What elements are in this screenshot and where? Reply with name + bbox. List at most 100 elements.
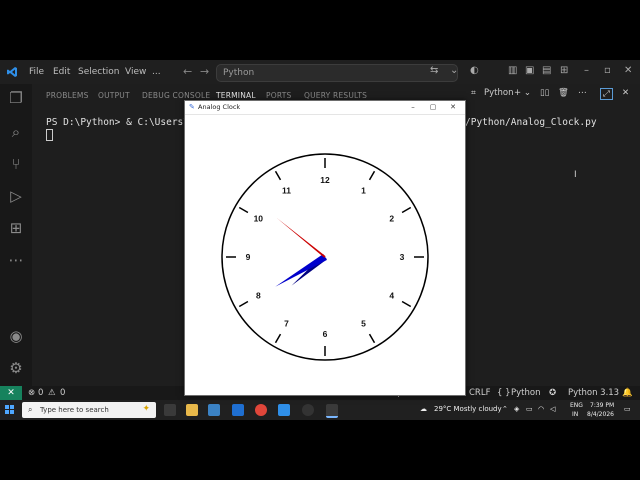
terminal-line-continued: /Python/Analog_Clock.py	[465, 117, 597, 128]
clock-window-titlebar[interactable]: ✎ Analog Clock – ▢ ✕	[185, 101, 465, 115]
chrome-icon[interactable]	[255, 404, 267, 416]
store-icon[interactable]	[208, 404, 220, 416]
tab-ports[interactable]: PORTS	[266, 91, 291, 100]
interpreter[interactable]: Python 3.13	[568, 388, 619, 398]
clock-time[interactable]: 7:39 PM	[590, 402, 614, 409]
clock-face: 121234567891011	[221, 153, 429, 361]
vscode-taskbar-icon[interactable]	[278, 404, 290, 416]
clock-number: 11	[282, 185, 291, 195]
menu-more[interactable]: ...	[152, 67, 161, 77]
line-ending[interactable]: CRLF	[469, 388, 490, 398]
notifications-bell-icon[interactable]: 🔔	[622, 388, 633, 398]
new-terminal-icon[interactable]: + ⌄	[514, 88, 531, 98]
windows-taskbar: ⌕ Type here to search ✦ ☁ 29°C Mostly cl…	[0, 400, 640, 420]
menu-view[interactable]: View	[125, 67, 146, 77]
terminal-cursor	[46, 129, 53, 141]
tab-problems[interactable]: PROBLEMS	[46, 91, 89, 100]
language-mode[interactable]: Python	[511, 388, 540, 398]
menu-file[interactable]: File	[29, 67, 44, 77]
forward-arrow-icon[interactable]: →	[200, 65, 209, 78]
maximize-icon[interactable]: ▫	[604, 65, 611, 76]
account-icon[interactable]: ◐	[470, 65, 479, 76]
tab-query-results[interactable]: QUERY RESULTS	[304, 91, 367, 100]
notification-center-icon[interactable]: ▭	[624, 405, 631, 413]
warning-icon[interactable]: ⚠	[48, 388, 56, 398]
tab-debug-console[interactable]: DEBUG CONSOLE	[142, 91, 210, 100]
menu-selection[interactable]: Selection	[78, 67, 119, 77]
tk-feather-icon: ✎	[189, 103, 195, 111]
file-explorer-icon[interactable]	[186, 404, 198, 416]
remote-indicator-icon[interactable]: ✕	[0, 386, 22, 400]
chevron-down-icon[interactable]: ⌄	[450, 65, 458, 76]
hour-tick	[368, 333, 376, 344]
clock-close-button[interactable]: ✕	[443, 102, 463, 113]
clock-number: 9	[246, 252, 251, 262]
mouse-cursor-icon: I	[574, 170, 577, 180]
tray-app-icon[interactable]: ◈	[514, 405, 519, 413]
hour-tick	[274, 170, 282, 181]
error-count[interactable]: 0	[38, 388, 43, 398]
wifi-icon[interactable]: ◠	[538, 405, 544, 413]
run-debug-icon[interactable]: ▷	[6, 186, 26, 206]
close-icon[interactable]: ✕	[624, 65, 632, 76]
tray-chevron-icon[interactable]: ⌃	[502, 405, 508, 413]
activity-bar: ❐ ⌕ ⑂ ▷ ⊞ ⋯ ◉ ⚙	[0, 84, 32, 386]
source-control-icon[interactable]: ⑂	[6, 154, 26, 174]
volume-icon[interactable]: ◁	[550, 405, 555, 413]
maximize-panel-icon[interactable]: ⤢	[600, 88, 613, 100]
clock-number: 7	[284, 319, 289, 329]
clock-maximize-button[interactable]: ▢	[423, 102, 443, 113]
search-icon: ⌕	[28, 405, 33, 414]
customize-layout-icon[interactable]: ⊞	[560, 65, 568, 76]
more-actions-icon[interactable]: ⋯	[578, 88, 587, 98]
obs-icon[interactable]	[302, 404, 314, 416]
clock-number: 1	[361, 185, 366, 195]
clock-number: 10	[254, 214, 264, 224]
search-icon[interactable]: ⌕	[6, 122, 26, 142]
network-icon[interactable]: ▭	[526, 405, 533, 413]
weather-text[interactable]: 29°C Mostly cloudy	[434, 405, 502, 413]
search-placeholder: Type here to search	[40, 406, 109, 414]
clock-minimize-button[interactable]: –	[403, 102, 423, 113]
back-arrow-icon[interactable]: ←	[183, 65, 192, 78]
input-language[interactable]: ENG	[570, 402, 583, 409]
terminal-profile-icon[interactable]: ⌗	[471, 88, 476, 98]
close-panel-icon[interactable]: ✕	[622, 88, 629, 98]
mail-icon[interactable]	[232, 404, 244, 416]
layout-secondary-icon[interactable]: ▤	[542, 65, 551, 76]
analog-clock-window[interactable]: ✎ Analog Clock – ▢ ✕ 12 1 2 3 4 5 6 7 8 9 10 11	[184, 100, 466, 396]
clock-number: 8	[256, 291, 261, 301]
start-windows-icon[interactable]	[5, 405, 15, 415]
clock-hands	[275, 217, 327, 287]
terminal-line: PS D:\Python> & C:\Users\Hi	[46, 117, 201, 128]
split-terminal-icon[interactable]: ▯▯	[540, 88, 549, 98]
input-region[interactable]: IN	[572, 411, 578, 418]
terminal-profile-label[interactable]: Python	[484, 88, 513, 98]
command-center[interactable]: Python	[216, 64, 458, 82]
layout-panel-icon[interactable]: ▣	[525, 65, 534, 76]
clock-date[interactable]: 8/4/2026	[587, 411, 614, 418]
more-icon[interactable]: ⋯	[6, 250, 26, 270]
kill-terminal-icon[interactable]: 🗑	[558, 88, 569, 98]
layout-sidebar-icon[interactable]: ▥	[508, 65, 517, 76]
copilot-icon[interactable]: ⇆	[430, 65, 438, 76]
tab-output[interactable]: OUTPUT	[98, 91, 130, 100]
minimize-icon[interactable]: –	[584, 65, 589, 76]
task-view-icon[interactable]	[164, 404, 176, 416]
taskbar-search-box[interactable]: ⌕ Type here to search ✦	[22, 402, 156, 418]
clock-numbers: 121234567891011	[246, 175, 405, 339]
clock-number: 3	[400, 252, 405, 262]
clock-number: 5	[361, 319, 366, 329]
account-icon[interactable]: ◉	[6, 326, 26, 346]
menu-edit[interactable]: Edit	[53, 67, 70, 77]
explorer-icon[interactable]: ❐	[6, 88, 26, 108]
clock-number: 2	[389, 214, 394, 224]
error-icon[interactable]: ⊗	[28, 388, 35, 398]
python-window-taskbar-icon[interactable]	[326, 404, 338, 418]
hour-tick	[401, 300, 412, 308]
warning-count[interactable]: 0	[60, 388, 65, 398]
settings-gear-icon[interactable]: ⚙	[6, 358, 26, 378]
clock-window-title: Analog Clock	[198, 103, 241, 111]
extensions-icon[interactable]: ⊞	[6, 218, 26, 238]
python-icon: ✪	[549, 388, 557, 398]
